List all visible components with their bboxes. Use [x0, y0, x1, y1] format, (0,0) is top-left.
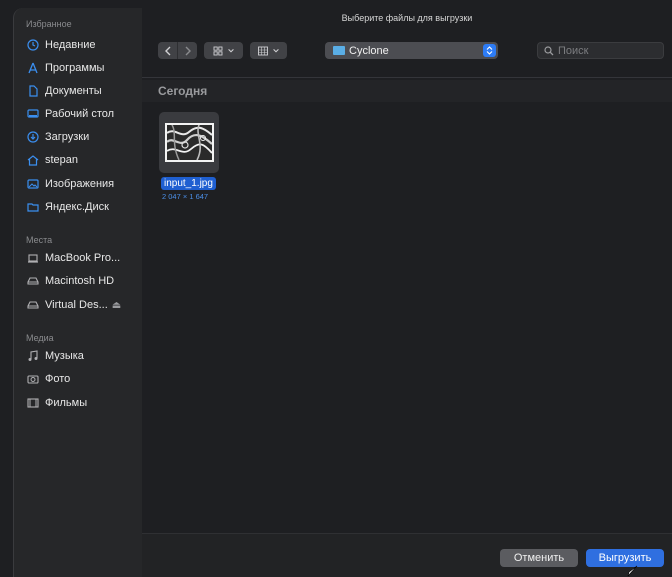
sidebar-item-documents[interactable]: Документы — [26, 81, 141, 101]
forward-button[interactable] — [177, 42, 197, 59]
chevron-right-icon — [185, 46, 191, 55]
icon-grid-icon — [213, 46, 222, 55]
dialog-title: Выберите файлы для выгрузки — [341, 13, 473, 23]
upload-button[interactable]: Выгрузить — [586, 549, 664, 567]
clock-icon — [26, 38, 40, 52]
sidebar-section-favorites: Избранное — [26, 19, 72, 29]
chevron-left-icon — [164, 46, 170, 55]
sidebar-item-label: MacBook Pro... — [45, 252, 121, 264]
document-icon — [26, 84, 40, 98]
navigation-buttons — [158, 42, 197, 59]
download-icon — [26, 130, 40, 144]
sidebar-section-places: Места — [26, 235, 53, 245]
search-icon — [544, 45, 554, 55]
file-dimensions: 2 047 × 1 647 — [162, 192, 209, 201]
desktop-icon — [26, 107, 40, 121]
sidebar-item-label: Macintosh HD — [45, 275, 115, 287]
sidebar-item-label: Изображения — [45, 178, 115, 190]
location-popup[interactable]: Cyclone — [325, 42, 498, 59]
mouse-cursor-icon — [627, 565, 638, 577]
location-label: Cyclone — [349, 44, 389, 57]
sidebar-item-recent[interactable]: Недавние — [26, 35, 141, 55]
back-button[interactable] — [158, 42, 177, 59]
group-grid-icon — [257, 46, 268, 55]
laptop-icon — [26, 251, 40, 265]
chevron-down-icon — [227, 48, 234, 53]
sidebar-item-label: Virtual Des... — [45, 299, 108, 311]
sidebar-item-label: Фото — [45, 373, 71, 385]
file-item[interactable]: input_1.jpg 2 047 × 1 647 — [159, 112, 221, 201]
sidebar-item-label: Документы — [45, 85, 102, 97]
sidebar-item-label: Музыка — [45, 350, 84, 362]
view-mode-button[interactable] — [204, 42, 243, 59]
apps-icon — [26, 61, 40, 75]
sidebar-item-applications[interactable]: Программы — [26, 58, 141, 78]
group-header-bar — [142, 80, 672, 102]
sidebar-item-movies[interactable]: Фильмы — [26, 393, 141, 413]
search-field[interactable] — [537, 42, 664, 59]
sidebar-item-label: Загрузки — [45, 131, 90, 143]
sidebar-item-music[interactable]: Музыка — [26, 346, 141, 366]
sidebar-item-home[interactable]: stepan — [26, 150, 141, 170]
sidebar-item-label: Программы — [45, 62, 105, 74]
sidebar-item-label: stepan — [45, 154, 79, 166]
drive-icon — [26, 298, 40, 312]
chevron-down-icon — [272, 48, 279, 53]
file-dialog: Избранное Недавние Программы Документы Р… — [0, 0, 672, 577]
sidebar-item-pictures[interactable]: Изображения — [26, 174, 141, 194]
eject-icon[interactable]: ⏏ — [112, 300, 121, 311]
home-icon — [26, 153, 40, 167]
camera-icon — [26, 372, 40, 386]
sidebar-item-label: Недавние — [45, 39, 96, 51]
sidebar-item-virtual-desktop[interactable]: Virtual Des... ⏏ — [26, 295, 141, 315]
film-icon — [26, 396, 40, 410]
file-name: input_1.jpg — [161, 177, 216, 190]
sidebar-item-macbook[interactable]: MacBook Pro... — [26, 248, 141, 268]
sidebar-item-label: Фильмы — [45, 397, 88, 409]
toolbar-divider — [142, 77, 672, 78]
sidebar-item-desktop[interactable]: Рабочий стол — [26, 104, 141, 124]
sidebar-item-label: Яндекс.Диск — [45, 201, 109, 213]
sidebar: Избранное Недавние Программы Документы Р… — [13, 8, 142, 577]
folder-icon — [333, 46, 345, 55]
group-by-button[interactable] — [250, 42, 287, 59]
sidebar-item-yandex-disk[interactable]: Яндекс.Диск — [26, 197, 141, 217]
sidebar-item-downloads[interactable]: Загрузки — [26, 127, 141, 147]
drive-icon — [26, 274, 40, 288]
image-preview-icon — [166, 125, 212, 160]
file-thumbnail — [159, 112, 219, 173]
search-input[interactable] — [558, 44, 658, 57]
sidebar-item-photos[interactable]: Фото — [26, 369, 141, 389]
sidebar-item-macintosh-hd[interactable]: Macintosh HD — [26, 271, 141, 291]
cancel-button[interactable]: Отменить — [500, 549, 578, 567]
folder-icon — [26, 200, 40, 214]
music-icon — [26, 349, 40, 363]
photo-icon — [26, 177, 40, 191]
sidebar-section-media: Медиа — [26, 333, 54, 343]
sidebar-item-label: Рабочий стол — [45, 108, 115, 120]
group-header-today: Сегодня — [158, 84, 208, 98]
updown-stepper-icon — [483, 44, 496, 57]
